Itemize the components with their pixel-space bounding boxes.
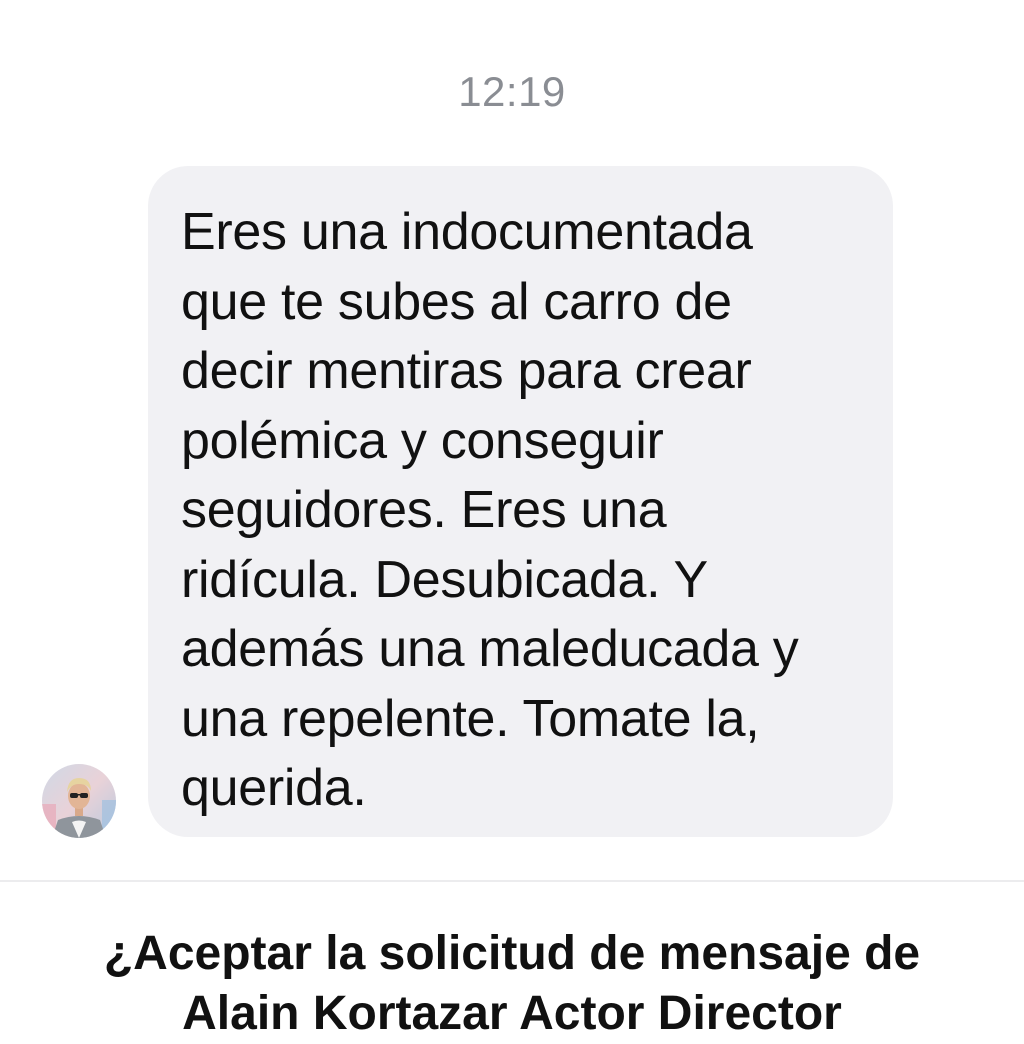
user-avatar-icon (42, 764, 116, 838)
message-text: Eres una indocumentada que te subes al c… (181, 203, 799, 817)
message-request-title: ¿Aceptar la solicitud de mensaje de Alai… (103, 927, 921, 1040)
section-divider (0, 880, 1024, 882)
sender-avatar[interactable] (42, 764, 116, 838)
message-bubble[interactable]: Eres una indocumentada que te subes al c… (148, 166, 893, 837)
message-timestamp: 12:19 (458, 68, 566, 115)
